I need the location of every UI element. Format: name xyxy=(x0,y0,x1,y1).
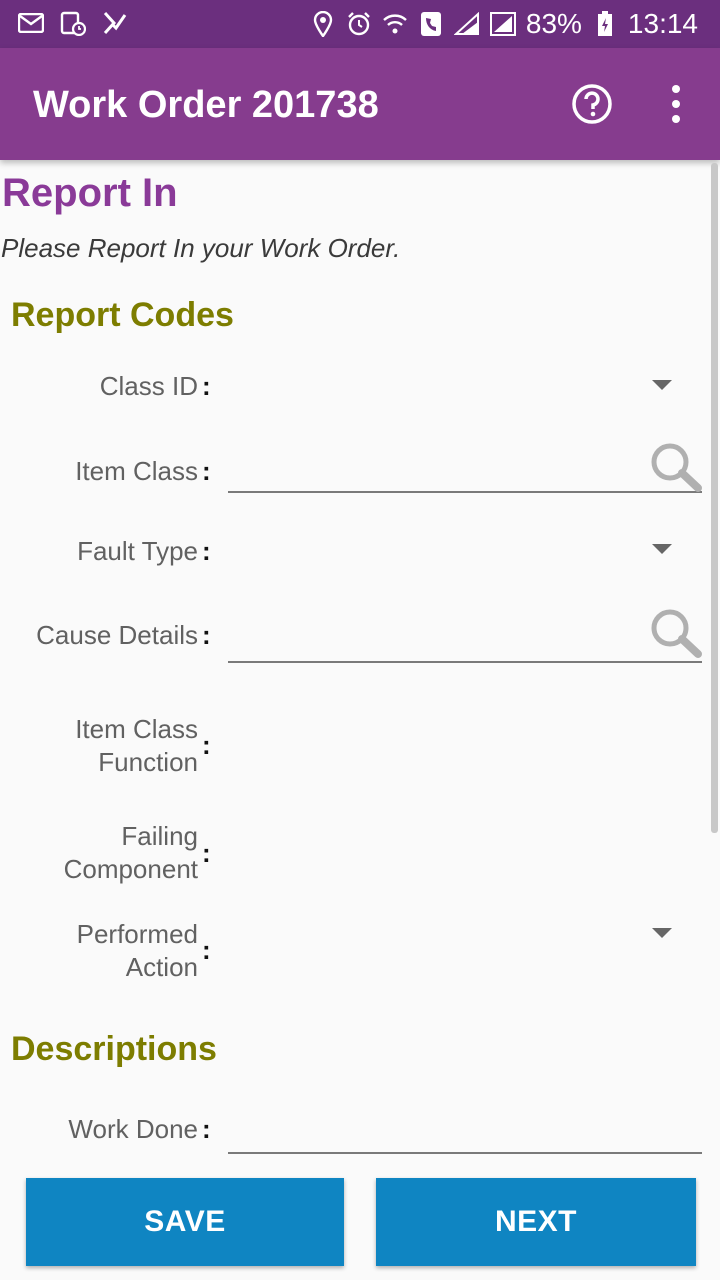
label-line: Component xyxy=(63,854,198,884)
work-done-field[interactable] xyxy=(228,1152,702,1154)
next-button[interactable]: NEXT xyxy=(376,1178,696,1266)
save-button[interactable]: SAVE xyxy=(26,1178,344,1266)
colon: : xyxy=(202,838,211,868)
app-bar: Work Order 201738 xyxy=(0,48,720,160)
failing-component-label: Failing Component xyxy=(8,820,198,886)
signal-icon xyxy=(453,11,480,37)
alarm-icon xyxy=(346,11,372,37)
call-icon xyxy=(418,11,444,37)
clock: 13:14 xyxy=(627,8,698,39)
colon: : xyxy=(202,620,211,650)
page-title: Report In xyxy=(2,171,178,215)
fault-type-label: Fault Type xyxy=(77,536,198,566)
signal-icon xyxy=(489,11,516,37)
label-line: Item Class xyxy=(75,714,198,744)
colon: : xyxy=(202,935,211,965)
colon: : xyxy=(202,1114,211,1144)
location-icon xyxy=(310,11,336,37)
colon: : xyxy=(202,730,211,760)
battery-icon xyxy=(592,11,618,37)
search-icon[interactable] xyxy=(648,608,704,658)
cause-details-label: Cause Details xyxy=(36,620,198,650)
label-line: Action xyxy=(125,952,198,982)
colon: : xyxy=(202,371,211,401)
class-id-dropdown[interactable] xyxy=(652,380,672,390)
performed-action-dropdown[interactable] xyxy=(652,928,672,938)
wifi-icon xyxy=(382,11,408,37)
work-done-label: Work Done xyxy=(68,1114,198,1144)
calendar-icon xyxy=(60,10,86,36)
app-title: Work Order 201738 xyxy=(33,84,379,126)
status-bar: 83% 13:14 xyxy=(0,0,720,48)
label-line: Performed xyxy=(76,919,198,949)
item-class-label: Item Class xyxy=(75,456,198,486)
cause-details-field[interactable] xyxy=(228,661,702,663)
label-line: Function xyxy=(98,747,198,777)
search-icon[interactable] xyxy=(648,442,704,492)
label-line: Failing xyxy=(121,821,198,851)
page-subtitle: Please Report In your Work Order. xyxy=(1,233,401,263)
help-icon[interactable] xyxy=(571,83,613,125)
check-icon xyxy=(102,10,128,36)
colon: : xyxy=(202,536,211,566)
item-class-function-label: Item Class Function xyxy=(8,713,198,779)
class-id-label: Class ID xyxy=(99,371,198,401)
report-codes-heading: Report Codes xyxy=(11,296,234,334)
item-class-field[interactable] xyxy=(228,491,702,493)
colon: : xyxy=(202,456,211,486)
battery-percent: 83% xyxy=(525,8,582,39)
mail-icon xyxy=(18,10,44,36)
scrollbar[interactable] xyxy=(711,163,718,833)
descriptions-heading: Descriptions xyxy=(11,1030,217,1068)
performed-action-label: Performed Action xyxy=(8,918,198,984)
more-vert-icon[interactable] xyxy=(664,83,688,125)
fault-type-dropdown[interactable] xyxy=(652,544,672,554)
